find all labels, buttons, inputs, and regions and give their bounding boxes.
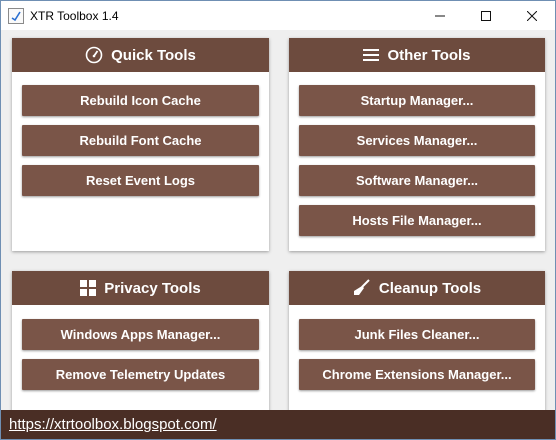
close-icon (527, 10, 537, 21)
minimize-button[interactable] (417, 1, 463, 30)
minimize-icon (435, 15, 445, 16)
privacy-tools-header: Privacy Tools (12, 271, 269, 305)
close-button[interactable] (509, 1, 555, 30)
quick-tools-panel: Quick Tools Rebuild Icon Cache Rebuild F… (12, 38, 269, 251)
main-content: Quick Tools Rebuild Icon Cache Rebuild F… (1, 30, 555, 425)
chrome-extensions-manager-button[interactable]: Chrome Extensions Manager... (299, 359, 535, 390)
menu-icon (363, 48, 380, 62)
windows-logo-icon (80, 280, 97, 296)
windows-apps-manager-button[interactable]: Windows Apps Manager... (22, 319, 259, 350)
cleanup-tools-header: Cleanup Tools (289, 271, 545, 305)
window-controls (417, 1, 555, 30)
privacy-tools-title: Privacy Tools (104, 279, 201, 297)
app-icon (8, 7, 24, 24)
junk-files-cleaner-button[interactable]: Junk Files Cleaner... (299, 319, 535, 350)
remove-telemetry-updates-button[interactable]: Remove Telemetry Updates (22, 359, 259, 390)
other-tools-title: Other Tools (387, 46, 471, 64)
hosts-file-manager-button[interactable]: Hosts File Manager... (299, 205, 535, 236)
title-bar[interactable]: XTR Toolbox 1.4 (1, 1, 555, 30)
window-title: XTR Toolbox 1.4 (30, 8, 119, 23)
quick-tools-header: Quick Tools (12, 38, 269, 72)
rebuild-font-cache-button[interactable]: Rebuild Font Cache (22, 125, 259, 156)
services-manager-button[interactable]: Services Manager... (299, 125, 535, 156)
broom-icon (353, 279, 371, 297)
footer-bar: https://xtrtoolbox.blogspot.com/ (1, 410, 555, 439)
cleanup-tools-title: Cleanup Tools (378, 279, 482, 297)
other-tools-panel: Other Tools Startup Manager... Services … (289, 38, 545, 251)
blog-link[interactable]: https://xtrtoolbox.blogspot.com/ (9, 416, 217, 433)
other-tools-header: Other Tools (289, 38, 545, 72)
speedometer-icon (85, 46, 103, 64)
reset-event-logs-button[interactable]: Reset Event Logs (22, 165, 259, 196)
software-manager-button[interactable]: Software Manager... (299, 165, 535, 196)
quick-tools-title: Quick Tools (111, 46, 196, 64)
privacy-tools-panel: Privacy Tools Windows Apps Manager... Re… (12, 271, 269, 425)
maximize-button[interactable] (463, 1, 509, 30)
rebuild-icon-cache-button[interactable]: Rebuild Icon Cache (22, 85, 259, 116)
maximize-icon (481, 10, 491, 21)
startup-manager-button[interactable]: Startup Manager... (299, 85, 535, 116)
app-window: XTR Toolbox 1.4 Quick Tools Rebuild Icon… (0, 0, 556, 440)
cleanup-tools-panel: Cleanup Tools Junk Files Cleaner... Chro… (289, 271, 545, 425)
